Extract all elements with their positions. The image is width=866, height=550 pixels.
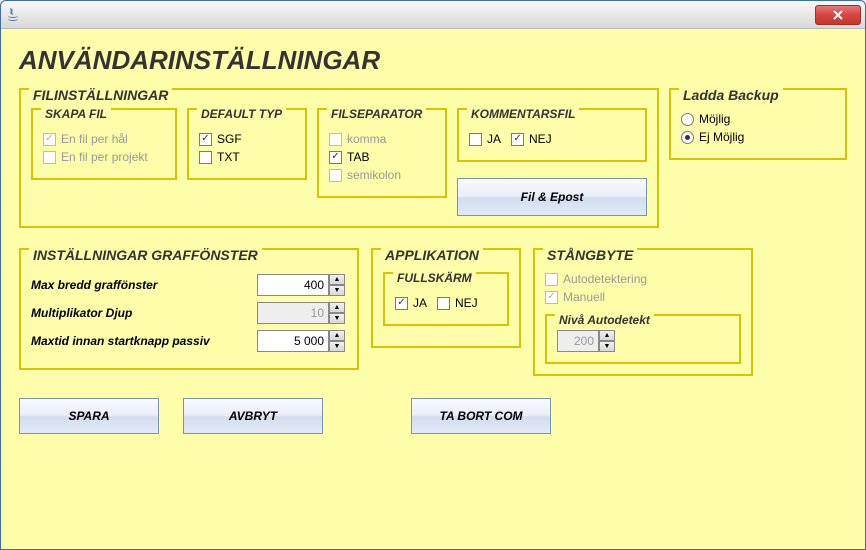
checkbox-label: Autodetektering [563, 272, 647, 286]
spinner-up-icon: ▲ [329, 302, 345, 313]
radio-ej-mojlig[interactable]: Ej Möjlig [681, 130, 835, 144]
graffonster-group: INSTÄLLNINGAR GRAFFÖNSTER Max bredd graf… [19, 248, 359, 370]
maxtid-input[interactable] [257, 330, 329, 352]
checkbox-fullskarm-ja[interactable]: ✓ JA [395, 296, 427, 310]
checkbox-label: JA [487, 132, 501, 146]
applikation-label: APPLIKATION [381, 247, 483, 263]
applikation-group: APPLIKATION FULLSKÄRM ✓ JA NEJ [371, 248, 521, 348]
checkbox-icon: ✓ [545, 291, 558, 304]
app-window: ANVÄNDARINSTÄLLNINGAR FILINSTÄLLNINGAR S… [0, 0, 866, 550]
titlebar [1, 1, 865, 29]
page-title: ANVÄNDARINSTÄLLNINGAR [19, 45, 847, 76]
default-typ-group: DEFAULT TYP ✓ SGF TXT [187, 108, 307, 180]
filseparator-group: FILSEPARATOR komma ✓ TAB semikolon [317, 108, 447, 198]
spinner-up-icon: ▲ [599, 330, 615, 341]
checkbox-label: NEJ [455, 296, 478, 310]
spinner-down-icon: ▼ [599, 341, 615, 352]
checkbox-icon [437, 297, 450, 310]
checkbox-icon: ✓ [43, 133, 56, 146]
checkbox-autodetektering: Autodetektering [545, 272, 741, 286]
file-settings-group: FILINSTÄLLNINGAR SKAPA FIL ✓ En fil per … [19, 88, 659, 228]
fullskarm-group: FULLSKÄRM ✓ JA NEJ [383, 272, 509, 326]
checkbox-icon: ✓ [511, 133, 524, 146]
avbryt-button[interactable]: AVBRYT [183, 398, 323, 434]
checkbox-icon [329, 169, 342, 182]
checkbox-label: En fil per hål [61, 132, 128, 146]
ta-bort-com-button[interactable]: TA BORT COM [411, 398, 551, 434]
checkbox-icon [545, 273, 558, 286]
checkbox-en-fil-per-hal: ✓ En fil per hål [43, 132, 165, 146]
multiplikator-spinner: ▲▼ [257, 302, 347, 324]
checkbox-icon: ✓ [395, 297, 408, 310]
checkbox-semikolon: semikolon [329, 168, 435, 182]
checkbox-label: semikolon [347, 168, 401, 182]
checkbox-icon: ✓ [329, 151, 342, 164]
niva-autodetekt-label: Nivå Autodetekt [555, 313, 654, 327]
spinner-down-icon[interactable]: ▼ [329, 285, 345, 296]
niva-input [557, 330, 599, 352]
checkbox-icon: ✓ [199, 133, 212, 146]
skapa-fil-label: SKAPA FIL [41, 107, 111, 121]
close-button[interactable] [815, 5, 861, 25]
checkbox-tab[interactable]: ✓ TAB [329, 150, 435, 164]
checkbox-label: NEJ [529, 132, 552, 146]
checkbox-label: komma [347, 132, 386, 146]
radio-icon [681, 131, 694, 144]
fil-epost-button[interactable]: Fil & Epost [457, 178, 647, 216]
checkbox-kommentar-ja[interactable]: JA [469, 132, 501, 146]
stangbyte-group: STÅNGBYTE Autodetektering ✓ Manuell Nivå… [533, 248, 753, 376]
java-icon [5, 7, 21, 23]
maxtid-label: Maxtid innan startknapp passiv [31, 334, 210, 348]
checkbox-label: JA [413, 296, 427, 310]
spinner-up-icon[interactable]: ▲ [329, 274, 345, 285]
checkbox-txt[interactable]: TXT [199, 150, 295, 164]
default-typ-label: DEFAULT TYP [197, 107, 286, 121]
content-area: ANVÄNDARINSTÄLLNINGAR FILINSTÄLLNINGAR S… [1, 29, 865, 549]
checkbox-icon [43, 151, 56, 164]
checkbox-icon [199, 151, 212, 164]
multiplikator-input [257, 302, 329, 324]
checkbox-komma: komma [329, 132, 435, 146]
graffonster-label: INSTÄLLNINGAR GRAFFÖNSTER [29, 247, 262, 263]
radio-label: Ej Möjlig [699, 130, 744, 144]
radio-mojlig[interactable]: Möjlig [681, 112, 835, 126]
maxbredd-label: Max bredd graffönster [31, 278, 157, 292]
spinner-up-icon[interactable]: ▲ [329, 330, 345, 341]
filseparator-label: FILSEPARATOR [327, 107, 426, 121]
checkbox-icon [329, 133, 342, 146]
checkbox-manuell: ✓ Manuell [545, 290, 741, 304]
checkbox-en-fil-per-projekt: En fil per projekt [43, 150, 165, 164]
spara-button[interactable]: SPARA [19, 398, 159, 434]
radio-label: Möjlig [699, 112, 730, 126]
checkbox-icon [469, 133, 482, 146]
checkbox-label: TXT [217, 150, 240, 164]
ladda-backup-group: Ladda Backup Möjlig Ej Möjlig [669, 88, 847, 160]
fullskarm-label: FULLSKÄRM [393, 271, 476, 285]
kommentarsfil-label: KOMMENTARSFIL [467, 107, 579, 121]
checkbox-label: SGF [217, 132, 242, 146]
skapa-fil-group: SKAPA FIL ✓ En fil per hål En fil per pr… [31, 108, 177, 180]
maxbredd-spinner[interactable]: ▲▼ [257, 274, 347, 296]
radio-icon [681, 113, 694, 126]
niva-autodetekt-group: Nivå Autodetekt ▲▼ [545, 314, 741, 364]
niva-spinner: ▲▼ [557, 330, 617, 352]
checkbox-label: Manuell [563, 290, 605, 304]
checkbox-label: En fil per projekt [61, 150, 148, 164]
checkbox-kommentar-nej[interactable]: ✓ NEJ [511, 132, 552, 146]
maxtid-spinner[interactable]: ▲▼ [257, 330, 347, 352]
checkbox-sgf[interactable]: ✓ SGF [199, 132, 295, 146]
kommentarsfil-group: KOMMENTARSFIL JA ✓ NEJ [457, 108, 647, 162]
multiplikator-label: Multiplikator Djup [31, 306, 132, 320]
checkbox-label: TAB [347, 150, 369, 164]
ladda-backup-label: Ladda Backup [679, 87, 783, 103]
maxbredd-input[interactable] [257, 274, 329, 296]
stangbyte-label: STÅNGBYTE [543, 247, 637, 263]
spinner-down-icon: ▼ [329, 313, 345, 324]
spinner-down-icon[interactable]: ▼ [329, 341, 345, 352]
file-settings-label: FILINSTÄLLNINGAR [29, 87, 172, 103]
checkbox-fullskarm-nej[interactable]: NEJ [437, 296, 478, 310]
